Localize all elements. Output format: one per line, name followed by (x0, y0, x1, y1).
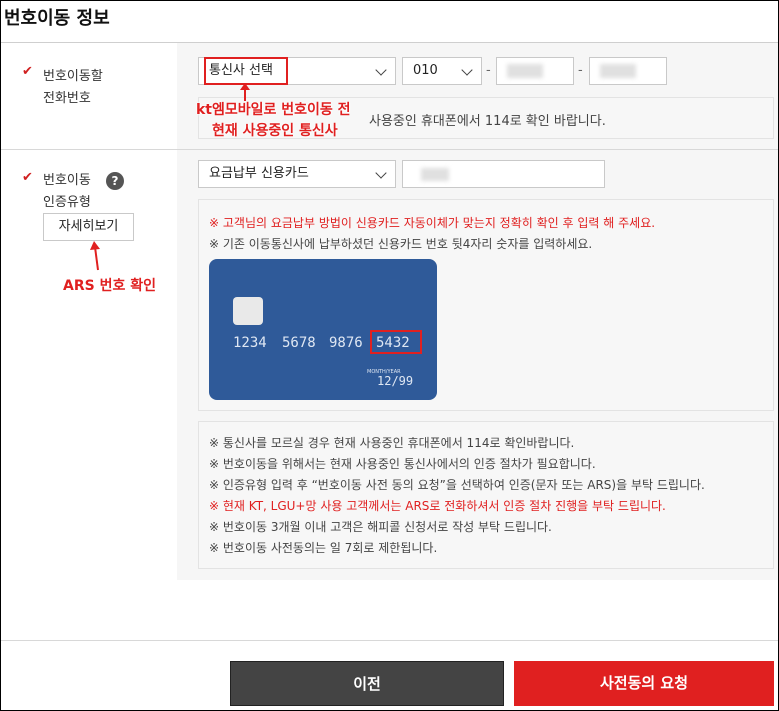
request-consent-button[interactable]: 사전동의 요청 (514, 661, 774, 706)
card-expiry: 12/99 (377, 374, 414, 388)
masked-value (600, 64, 636, 78)
footer-divider (1, 640, 778, 641)
annotation-arrow-icon (90, 241, 100, 271)
auth-type-select[interactable]: 요금납부 신용카드 (198, 160, 396, 188)
chevron-down-icon (375, 167, 387, 179)
dash-separator: - (578, 63, 583, 78)
chevron-down-icon (375, 64, 387, 76)
detail-view-button[interactable]: 자세히보기 (43, 213, 134, 241)
credit-card-illustration: 1234 5678 9876 5432 MONTH/YEAR 12/99 (209, 259, 437, 400)
required-check-icon: ✔ (22, 170, 33, 185)
card-note-red: ※ 고객님의 요금납부 방법이 신용카드 자동이체가 맞는지 정확히 확인 후 … (209, 216, 656, 230)
auth-field-label: 번호이동 인증유형 (43, 170, 91, 214)
chevron-down-icon (461, 64, 473, 76)
phone-prefix-select[interactable]: 010 (402, 57, 482, 85)
required-check-icon: ✔ (22, 64, 33, 79)
masked-value (507, 64, 543, 78)
phone-last-input[interactable] (589, 57, 667, 85)
dash-separator: - (486, 63, 491, 78)
notice-line: ※ 번호이동 사전동의는 일 7회로 제한됩니다. (209, 541, 438, 555)
auth-label-line2: 인증유형 (43, 195, 91, 210)
notice-line: ※ 인증유형 입력 후 “번호이동 사전 동의 요청”을 선택하여 인증(문자 … (209, 478, 705, 492)
carrier-highlight-box (204, 57, 288, 85)
phone-note-text: 사용중인 휴대폰에서 114로 확인 바랍니다. (369, 114, 606, 129)
notice-line: ※ 번호이동 3개월 이내 고객은 해피콜 신청서로 작성 부탁 드립니다. (209, 520, 552, 534)
phone-prefix-value: 010 (413, 63, 438, 78)
page-title: 번호이동 정보 (4, 8, 110, 29)
masked-value (421, 168, 449, 181)
card-note-gray: ※ 기존 이동통신사에 납부하셨던 신용카드 번호 뒷4자리 숫자를 입력하세요… (209, 237, 593, 251)
card-digits-input[interactable] (402, 160, 605, 188)
phone-label-line1: 번호이동할 (43, 69, 103, 84)
auth-label-line1: 번호이동 (43, 173, 91, 188)
card-number-group: 9876 (329, 335, 363, 351)
ars-annotation: ARS 번호 확인 (63, 278, 156, 294)
auth-type-value: 요금납부 신용카드 (209, 166, 309, 181)
notice-box: ※ 통신사를 모르실 경우 현재 사용중인 휴대폰에서 114로 확인바랍니다.… (198, 421, 774, 569)
phone-label-line2: 전화번호 (43, 91, 91, 106)
card-number-group: 5678 (282, 335, 316, 351)
card-chip-icon (233, 297, 263, 325)
carrier-annotation-line1: kt엠모바일로 번호이동 전 (196, 102, 351, 118)
notice-line: ※ 번호이동을 위해서는 현재 사용중인 통신사에서의 인증 절차가 필요합니다… (209, 457, 596, 471)
carrier-annotation-line2: 현재 사용중인 통신사 (212, 123, 338, 139)
card-number-group: 1234 (233, 335, 267, 351)
last4-highlight-box (370, 330, 422, 354)
prev-button[interactable]: 이전 (230, 661, 504, 706)
notice-line: ※ 현재 KT, LGU+망 사용 고객께서는 ARS로 전화하셔서 인증 절차… (209, 499, 666, 513)
phone-middle-input[interactable] (496, 57, 574, 85)
help-icon[interactable]: ? (106, 172, 124, 190)
annotation-arrow-icon (240, 83, 250, 101)
notice-line: ※ 통신사를 모르실 경우 현재 사용중인 휴대폰에서 114로 확인바랍니다. (209, 436, 575, 450)
phone-field-label: 번호이동할 전화번호 (43, 66, 103, 110)
